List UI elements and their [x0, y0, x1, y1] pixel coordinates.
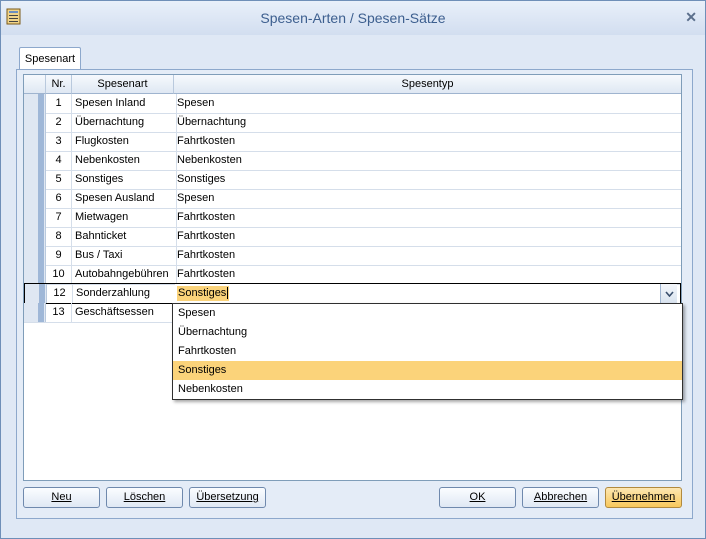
- cell-nr: 10: [46, 265, 72, 284]
- cell-nr: 12: [47, 284, 73, 303]
- dialog-window: Spesen-Arten / Spesen-Sätze ✕ Spesenart …: [0, 0, 706, 539]
- table-row[interactable]: 8 Bahnticket Fahrtkosten: [24, 227, 681, 247]
- spesen-grid: Nr. Spesenart Spesentyp 1 Spesen Inland Sp…: [23, 74, 682, 481]
- dropdown-option-selected[interactable]: Sonstiges: [173, 361, 682, 380]
- combobox-text[interactable]: Sonstiges: [177, 286, 230, 301]
- close-icon[interactable]: ✕: [685, 9, 697, 26]
- uebernehmen-button[interactable]: Übernehmen: [605, 487, 682, 508]
- table-row[interactable]: 6 Spesen Ausland Spesen: [24, 189, 681, 209]
- text-caret: [227, 287, 229, 300]
- chevron-down-icon[interactable]: [660, 284, 677, 303]
- cell-spesenart[interactable]: Übernachtung: [72, 113, 177, 132]
- table-row[interactable]: 1 Spesen Inland Spesen: [24, 94, 681, 114]
- cell-spesenart[interactable]: Spesen Inland: [72, 94, 177, 113]
- row-indicator[interactable]: [24, 94, 46, 113]
- cell-spesentyp[interactable]: Fahrtkosten: [174, 132, 680, 151]
- cell-spesenart[interactable]: Sonstiges: [72, 170, 177, 189]
- spesentyp-combobox[interactable]: Sonstiges: [175, 284, 677, 303]
- dropdown-option[interactable]: Nebenkosten: [173, 380, 682, 399]
- row-indicator[interactable]: [24, 132, 46, 151]
- row-indicator[interactable]: [24, 113, 46, 132]
- uebersetzung-button[interactable]: Übersetzung: [189, 487, 266, 508]
- cell-nr: 13: [46, 303, 72, 322]
- cell-spesenart[interactable]: Sonderzahlung: [73, 284, 178, 303]
- neu-button[interactable]: Neu: [23, 487, 100, 508]
- column-header-spesentyp[interactable]: Spesentyp: [174, 75, 681, 94]
- column-header-nr[interactable]: Nr.: [46, 75, 72, 94]
- row-indicator[interactable]: [24, 151, 46, 170]
- cell-nr: 4: [46, 151, 72, 170]
- row-indicator[interactable]: [24, 303, 46, 322]
- table-row[interactable]: 7 Mietwagen Fahrtkosten: [24, 208, 681, 228]
- cell-nr: 7: [46, 208, 72, 227]
- cell-spesentyp[interactable]: Spesen: [174, 94, 680, 113]
- cell-spesentyp[interactable]: Fahrtkosten: [174, 227, 680, 246]
- cell-nr: 2: [46, 113, 72, 132]
- table-row[interactable]: 9 Bus / Taxi Fahrtkosten: [24, 246, 681, 266]
- cell-spesenart[interactable]: Flugkosten: [72, 132, 177, 151]
- table-row[interactable]: 2 Übernachtung Übernachtung: [24, 113, 681, 133]
- dropdown-option[interactable]: Fahrtkosten: [173, 342, 682, 361]
- spesentyp-dropdown-list[interactable]: Spesen Übernachtung Fahrtkosten Sonstige…: [172, 303, 683, 400]
- cell-nr: 3: [46, 132, 72, 151]
- row-indicator[interactable]: [24, 208, 46, 227]
- cell-spesenart[interactable]: Geschäftsessen: [72, 303, 177, 322]
- dropdown-option[interactable]: Übernachtung: [173, 323, 682, 342]
- cell-spesentyp[interactable]: Fahrtkosten: [174, 265, 680, 284]
- cell-nr: 9: [46, 246, 72, 265]
- cell-spesenart[interactable]: Nebenkosten: [72, 151, 177, 170]
- cell-nr: 8: [46, 227, 72, 246]
- cell-nr: 6: [46, 189, 72, 208]
- cell-spesenart[interactable]: Mietwagen: [72, 208, 177, 227]
- column-header-spesenart[interactable]: Spesenart: [72, 75, 174, 94]
- row-indicator-header: [24, 75, 46, 94]
- table-row[interactable]: 10 Autobahngebühren Fahrtkosten: [24, 265, 681, 285]
- cell-spesentyp[interactable]: Spesen: [174, 189, 680, 208]
- cell-spesenart[interactable]: Spesen Ausland: [72, 189, 177, 208]
- table-row[interactable]: 4 Nebenkosten Nebenkosten: [24, 151, 681, 171]
- table-row[interactable]: 3 Flugkosten Fahrtkosten: [24, 132, 681, 152]
- window-title: Spesen-Arten / Spesen-Sätze: [260, 10, 446, 26]
- row-indicator[interactable]: [24, 227, 46, 246]
- cell-spesentyp[interactable]: Sonstiges: [174, 170, 680, 189]
- cell-nr: 1: [46, 94, 72, 113]
- cell-spesentyp[interactable]: Fahrtkosten: [174, 246, 680, 265]
- title-bar: Spesen-Arten / Spesen-Sätze ✕: [1, 1, 705, 35]
- cell-spesentyp[interactable]: Fahrtkosten: [174, 208, 680, 227]
- cell-spesentyp[interactable]: Nebenkosten: [174, 151, 680, 170]
- row-indicator[interactable]: [24, 170, 46, 189]
- row-indicator[interactable]: [24, 265, 46, 284]
- abbrechen-button[interactable]: Abbrechen: [522, 487, 599, 508]
- tab-spesenart[interactable]: Spesenart: [19, 47, 81, 70]
- cell-spesenart[interactable]: Bus / Taxi: [72, 246, 177, 265]
- table-row-selected[interactable]: 12 Sonderzahlung Sonstiges: [24, 283, 681, 304]
- row-indicator[interactable]: [24, 246, 46, 265]
- table-row[interactable]: 5 Sonstiges Sonstiges: [24, 170, 681, 190]
- combobox-value: Sonstiges: [178, 287, 227, 299]
- cell-spesentyp[interactable]: Übernachtung: [174, 113, 680, 132]
- cell-nr: 5: [46, 170, 72, 189]
- cell-spesenart[interactable]: Bahnticket: [72, 227, 177, 246]
- cell-spesenart[interactable]: Autobahngebühren: [72, 265, 177, 284]
- dropdown-option[interactable]: Spesen: [173, 304, 682, 323]
- row-indicator[interactable]: [24, 189, 46, 208]
- row-indicator[interactable]: [25, 284, 47, 303]
- ok-button[interactable]: OK: [439, 487, 516, 508]
- loeschen-button[interactable]: Löschen: [106, 487, 183, 508]
